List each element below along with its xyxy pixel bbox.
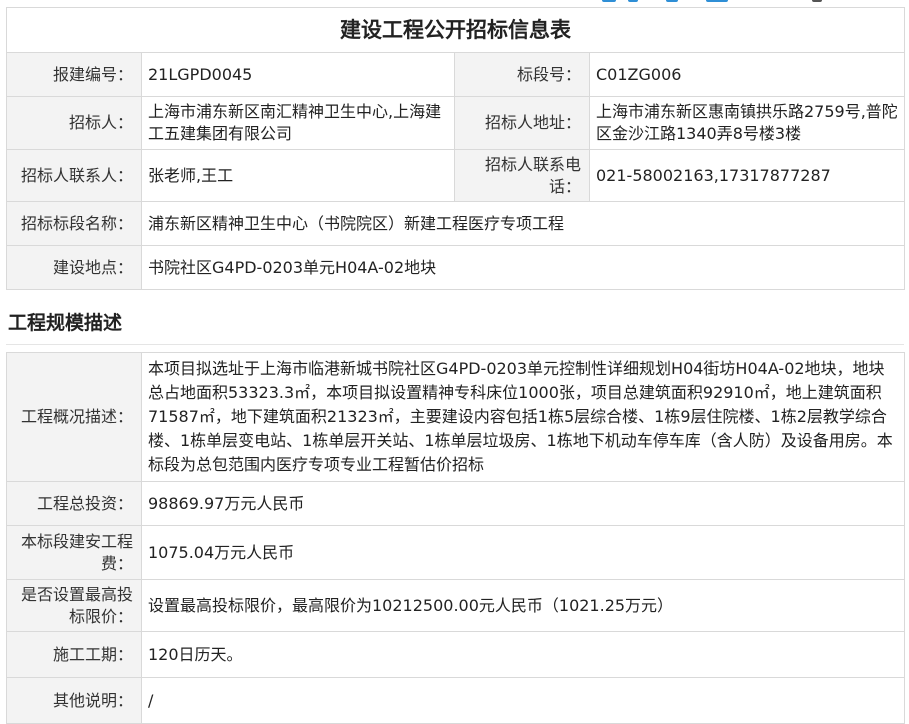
top-accent-mark xyxy=(706,0,728,2)
table-row: 招标人联系人： 张老师,王工 招标人联系电话： 021-58002163,173… xyxy=(6,149,905,202)
contact-phone-label: 招标人联系电话： xyxy=(454,149,590,202)
contact-phone-value: 021-58002163,17317877287 xyxy=(589,149,905,202)
construction-site-label: 建设地点： xyxy=(6,245,142,290)
tenderer-value: 上海市浦东新区南汇精神卫生中心,上海建工五建集团有限公司 xyxy=(141,96,455,150)
table-row: 其他说明： / xyxy=(6,677,905,724)
project-code-label: 报建编号： xyxy=(6,52,142,97)
table-row: 报建编号： 21LGPD0045 标段号： C01ZG006 xyxy=(6,52,905,97)
top-accent-mark xyxy=(628,0,638,2)
scale-section-heading: 工程规模描述 xyxy=(8,312,123,334)
section-number-label: 标段号： xyxy=(454,52,590,97)
max-bid-limit-label: 是否设置最高投标限价： xyxy=(6,579,142,632)
top-accent-mark xyxy=(602,0,616,2)
construction-cost-value: 1075.04万元人民币 xyxy=(141,525,905,580)
title-row: 建设工程公开招标信息表 xyxy=(6,7,905,53)
other-notes-value: / xyxy=(141,677,905,724)
total-investment-value: 98869.97万元人民币 xyxy=(141,481,905,526)
tenderer-address-value: 上海市浦东新区惠南镇拱乐路2759号,普陀区金沙江路1340弄8号楼3楼 xyxy=(589,96,905,150)
tender-info-table: 建设工程公开招标信息表 报建编号： 21LGPD0045 标段号： C01ZG0… xyxy=(6,7,905,290)
top-decoration-strip xyxy=(0,0,909,6)
table-row: 建设地点： 书院社区G4PD-0203单元H04A-02地块 xyxy=(6,245,905,290)
table-row: 本标段建安工程费： 1075.04万元人民币 xyxy=(6,525,905,580)
project-code-value: 21LGPD0045 xyxy=(141,52,455,97)
max-bid-limit-value: 设置最高投标限价，最高限价为10212500.00元人民币（1021.25万元） xyxy=(141,579,905,632)
table-title: 建设工程公开招标信息表 xyxy=(6,7,905,53)
table-row: 施工工期： 120日历天。 xyxy=(6,631,905,678)
duration-label: 施工工期： xyxy=(6,631,142,678)
section-divider xyxy=(6,344,904,345)
total-investment-label: 工程总投资： xyxy=(6,481,142,526)
table-row: 工程总投资： 98869.97万元人民币 xyxy=(6,481,905,526)
construction-site-value: 书院社区G4PD-0203单元H04A-02地块 xyxy=(141,245,905,290)
construction-cost-label: 本标段建安工程费： xyxy=(6,525,142,580)
scale-info-table: 工程概况描述： 本项目拟选址于上海市临港新城书院社区G4PD-0203单元控制性… xyxy=(6,352,905,724)
contact-person-value: 张老师,王工 xyxy=(141,149,455,202)
duration-value: 120日历天。 xyxy=(141,631,905,678)
other-notes-label: 其他说明： xyxy=(6,677,142,724)
tenderer-address-label: 招标人地址： xyxy=(454,96,590,150)
overview-value: 本项目拟选址于上海市临港新城书院社区G4PD-0203单元控制性详细规划H04街… xyxy=(141,352,905,482)
section-name-value: 浦东新区精神卫生中心（书院院区）新建工程医疗专项工程 xyxy=(141,201,905,246)
top-accent-mark xyxy=(812,0,822,2)
table-row: 招标人： 上海市浦东新区南汇精神卫生中心,上海建工五建集团有限公司 招标人地址：… xyxy=(6,96,905,150)
top-accent-mark xyxy=(666,0,678,2)
overview-label: 工程概况描述： xyxy=(6,352,142,482)
table-row: 是否设置最高投标限价： 设置最高投标限价，最高限价为10212500.00元人民… xyxy=(6,579,905,632)
contact-person-label: 招标人联系人： xyxy=(6,149,142,202)
section-number-value: C01ZG006 xyxy=(589,52,905,97)
table-row: 工程概况描述： 本项目拟选址于上海市临港新城书院社区G4PD-0203单元控制性… xyxy=(6,352,905,482)
section-name-label: 招标标段名称： xyxy=(6,201,142,246)
tenderer-label: 招标人： xyxy=(6,96,142,150)
table-row: 招标标段名称： 浦东新区精神卫生中心（书院院区）新建工程医疗专项工程 xyxy=(6,201,905,246)
